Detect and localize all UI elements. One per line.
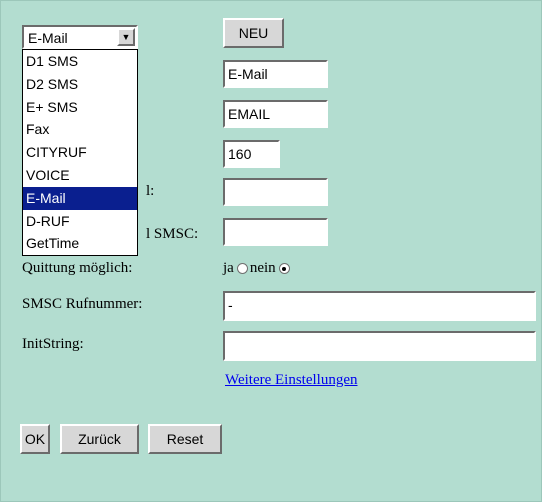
more-settings-link[interactable]: Weitere Einstellungen xyxy=(225,372,358,389)
reset-button[interactable]: Reset xyxy=(148,424,222,454)
field5-label: l SMSC: xyxy=(146,226,199,242)
init-string-label: InitString: xyxy=(22,336,84,352)
dropdown-option-fax[interactable]: Fax xyxy=(23,118,137,141)
dropdown-option-d1-sms[interactable]: D1 SMS xyxy=(23,50,137,73)
new-button[interactable]: NEU xyxy=(223,18,284,48)
chevron-down-icon[interactable]: ▼ xyxy=(117,28,135,46)
receipt-radio-group: ja nein xyxy=(223,260,292,277)
field5-input[interactable] xyxy=(223,218,328,246)
max-length-input[interactable]: 160 xyxy=(223,140,280,168)
receipt-yes-radio[interactable] xyxy=(236,263,248,275)
service-select-value: E-Mail xyxy=(28,30,68,46)
field4-input[interactable] xyxy=(223,178,328,206)
name-input[interactable]: E-Mail xyxy=(223,60,328,88)
receipt-yes-label: ja xyxy=(223,260,234,276)
dropdown-option-eplus-sms[interactable]: E+ SMS xyxy=(23,96,137,119)
dropdown-option-d-ruf[interactable]: D-RUF xyxy=(23,210,137,233)
init-string-input[interactable] xyxy=(223,331,536,361)
dropdown-option-email[interactable]: E-Mail xyxy=(23,186,137,210)
service-dropdown-list: D1 SMS D2 SMS E+ SMS Fax CITYRUF VOICE E… xyxy=(22,49,138,256)
service-select[interactable]: E-Mail ▼ xyxy=(22,25,138,49)
receipt-label: Quittung möglich: xyxy=(22,260,133,276)
receipt-no-radio[interactable] xyxy=(278,263,290,275)
dropdown-option-gettime[interactable]: GetTime xyxy=(23,232,137,255)
dropdown-option-cityruf[interactable]: CITYRUF xyxy=(23,141,137,164)
dropdown-option-d2-sms[interactable]: D2 SMS xyxy=(23,73,137,96)
smsc-number-input[interactable]: - xyxy=(223,291,536,321)
dropdown-option-voice[interactable]: VOICE xyxy=(23,164,137,187)
receipt-no-label: nein xyxy=(249,260,276,276)
smsc-number-label: SMSC Rufnummer: xyxy=(22,296,143,312)
back-button[interactable]: Zurück xyxy=(60,424,139,454)
code-input[interactable]: EMAIL xyxy=(223,100,328,128)
field4-label: l: xyxy=(146,183,155,199)
ok-button[interactable]: OK xyxy=(20,424,50,454)
